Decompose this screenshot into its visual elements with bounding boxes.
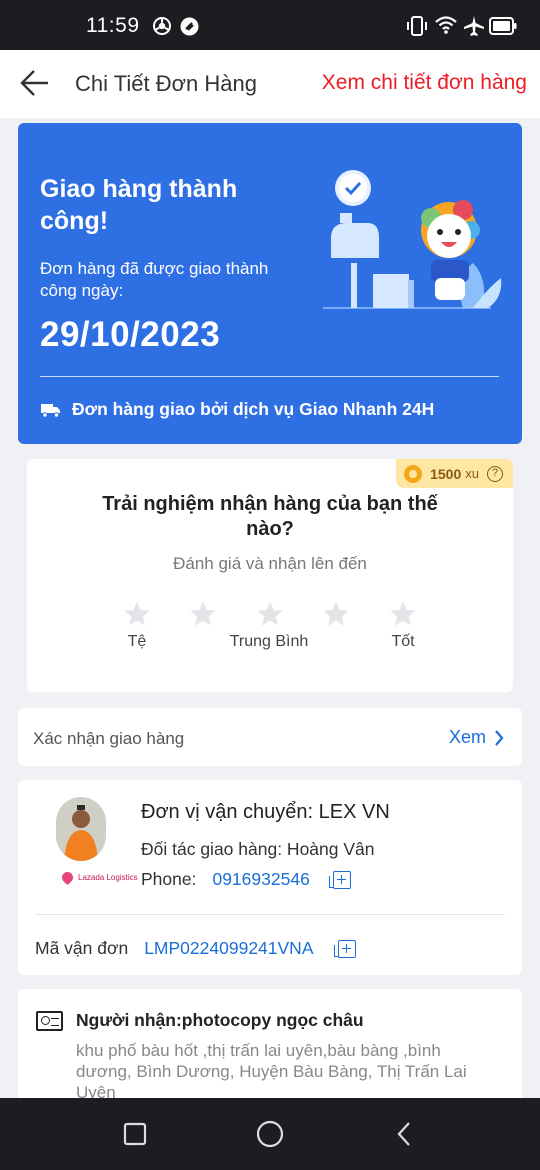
- star-5-icon[interactable]: [389, 600, 417, 628]
- coin-amount: 1500: [430, 465, 462, 482]
- courier-phone-row: Phone: 0916932546: [141, 869, 351, 890]
- courier-avatar: [56, 797, 106, 861]
- star-2-icon[interactable]: [189, 600, 217, 628]
- rating-question: Trải nghiệm nhận hàng của bạn thế nào?: [102, 493, 438, 540]
- delivery-rating-card: 1500 xu ? Trải nghiệm nhận hàng của bạn …: [27, 459, 513, 692]
- help-icon[interactable]: ?: [487, 465, 503, 482]
- delivery-partner: Đối tác giao hàng: Hoàng Vân: [141, 839, 375, 859]
- order-detail-link[interactable]: Xem chi tiết đơn hàng: [322, 71, 527, 95]
- id-card-icon: [36, 1011, 63, 1031]
- coin-reward-badge[interactable]: 1500 xu ?: [396, 459, 513, 488]
- coin-unit: xu: [465, 466, 479, 481]
- phone-number-link[interactable]: 0916932546: [212, 869, 309, 890]
- tracking-label: Mã vận đơn: [35, 938, 129, 958]
- lazada-logistics-logo: Lazada Logistics: [59, 869, 138, 886]
- confirm-delivery-row[interactable]: Xác nhận giao hàng Xem: [18, 708, 522, 766]
- recents-square-icon[interactable]: [123, 1122, 147, 1146]
- carrier-name: Đơn vị vận chuyển: LEX VN: [141, 801, 390, 823]
- airplane-icon: [464, 16, 484, 36]
- delivery-headline: Giao hàng thành công!: [40, 175, 238, 235]
- copy-tracking-icon[interactable]: [333, 939, 356, 958]
- copy-phone-icon[interactable]: [328, 870, 351, 889]
- divider: [35, 914, 505, 915]
- app-notification-icon: [180, 17, 199, 36]
- star-3-icon[interactable]: [256, 600, 284, 628]
- confirm-delivery-label: Xác nhận giao hàng: [33, 729, 185, 748]
- lazada-heart-icon: [59, 869, 76, 886]
- delivery-subtitle: Đơn hàng đã được giao thành công ngày:: [40, 259, 269, 300]
- delivery-service-text: Đơn hàng giao bởi dịch vụ Giao Nhanh 24H: [72, 399, 435, 419]
- delivery-status-card: Giao hàng thành công! Đơn hàng đã được g…: [18, 123, 522, 444]
- clock: 11:59: [86, 14, 140, 37]
- receiver-name: Người nhận:photocopy ngọc châu: [76, 1010, 364, 1030]
- system-nav-bar: [0, 1098, 540, 1170]
- status-bar: 11:59: [0, 0, 540, 50]
- star-1-icon[interactable]: [123, 600, 151, 628]
- divider: [40, 376, 499, 377]
- view-button-label: Xem: [448, 727, 486, 747]
- wifi-icon: [435, 16, 457, 34]
- back-triangle-icon[interactable]: [396, 1121, 412, 1147]
- phone-label: Phone:: [141, 869, 197, 889]
- receiver-address: khu phố bàu hốt ,thị trấn lai uyên,bàu b…: [76, 1041, 467, 1102]
- star-4-icon[interactable]: [322, 600, 350, 628]
- rating-label-high: Tốt: [391, 633, 415, 650]
- vibrate-icon: [407, 16, 427, 36]
- chrome-icon: [153, 17, 171, 35]
- rating-hint: Đánh giá và nhận lên đến: [173, 554, 367, 573]
- tracking-number-row: Mã vận đơn LMP0224099241VNA: [35, 938, 356, 959]
- tracking-number[interactable]: LMP0224099241VNA: [144, 938, 313, 959]
- rating-label-mid: Trung Bình: [229, 633, 309, 650]
- delivery-date: 29/10/2023: [40, 315, 221, 354]
- carrier-card: Lazada Logistics Đơn vị vận chuyển: LEX …: [18, 780, 522, 975]
- arrow-left-icon[interactable]: [18, 66, 52, 100]
- battery-icon: [489, 17, 517, 35]
- home-circle-icon[interactable]: [256, 1120, 284, 1148]
- delivery-mascot-illustration: [323, 170, 502, 309]
- truck-icon: [41, 403, 60, 418]
- rating-label-low: Tệ: [127, 633, 147, 650]
- coin-icon: [404, 464, 423, 483]
- chevron-right-icon: [495, 729, 504, 746]
- view-button[interactable]: Xem: [449, 727, 504, 748]
- app-header: Chi Tiết Đơn Hàng Xem chi tiết đơn hàng: [0, 50, 540, 118]
- delivery-service: Đơn hàng giao bởi dịch vụ Giao Nhanh 24H: [40, 399, 434, 420]
- page-title: Chi Tiết Đơn Hàng: [75, 71, 257, 96]
